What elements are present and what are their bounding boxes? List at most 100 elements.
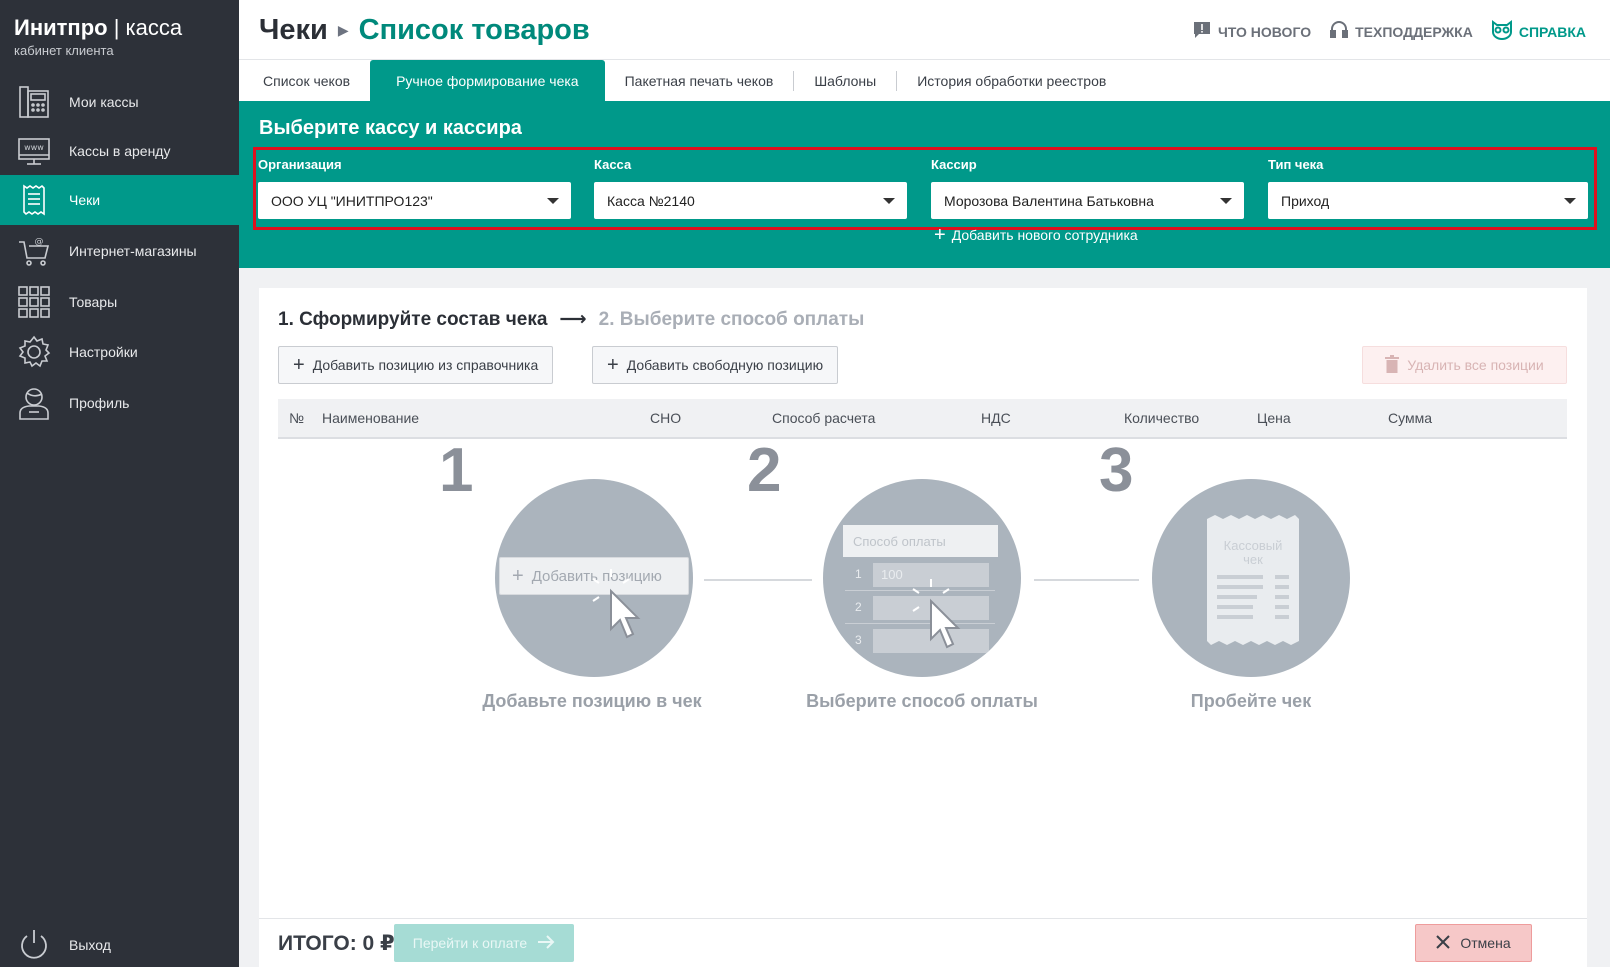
sidebar-item-rent-kassas[interactable]: www Кассы в аренду xyxy=(0,126,239,176)
sidebar-item-checks[interactable]: Чеки xyxy=(0,175,239,225)
chevron-down-icon xyxy=(1564,198,1576,204)
grid-icon xyxy=(16,284,52,320)
illustration-receipt-title: Кассовый чек xyxy=(1205,539,1301,567)
breadcrumb-arrow-icon: ▶ xyxy=(337,22,349,38)
table-header: № Наименование СНО Способ расчета НДС Ко… xyxy=(278,399,1567,439)
step-3-illustration: Кассовый чек xyxy=(1152,479,1350,677)
arrow-right-icon: ⟶ xyxy=(559,309,587,330)
receipt-title-line-1: Кассовый xyxy=(1223,538,1283,553)
receipt-icon xyxy=(1207,515,1299,645)
add-employee-link[interactable]: + Добавить нового сотрудника xyxy=(934,224,1138,246)
sidebar-item-label: Чеки xyxy=(69,192,101,208)
col-name: Наименование xyxy=(322,410,420,426)
add-from-catalog-button[interactable]: + Добавить позицию из справочника xyxy=(278,346,554,384)
check-composition-card: 1. Сформируйте состав чека ⟶ 2. Выберите… xyxy=(259,288,1587,967)
cursor-icon xyxy=(912,579,961,649)
plus-icon: + xyxy=(293,354,305,376)
sidebar-item-online-shops[interactable]: @ Интернет-магазины xyxy=(0,226,239,276)
logout-button[interactable]: Выход xyxy=(0,920,239,967)
help-link[interactable]: СПРАВКА xyxy=(1491,20,1586,43)
logo[interactable]: Инитпро | касса кабинет клиента xyxy=(0,0,239,85)
add-free-position-button[interactable]: + Добавить свободную позицию xyxy=(592,346,839,384)
whats-new-link[interactable]: ЧТО НОВОГО xyxy=(1192,20,1311,43)
illustration-row-3-num: 3 xyxy=(855,633,862,647)
logout-label: Выход xyxy=(69,937,111,953)
delete-all-label: Удалить все позиции xyxy=(1407,357,1544,373)
check-type-value: Приход xyxy=(1281,192,1330,209)
step-indicator: 1. Сформируйте состав чека ⟶ 2. Выберите… xyxy=(278,308,864,331)
header: Чеки ▶ Список товаров ЧТО НОВОГО ТЕХПОДД… xyxy=(239,0,1610,60)
org-select[interactable]: ООО УЦ "ИНИТПРО123" xyxy=(258,182,571,219)
tab-manual-check[interactable]: Ручное формирование чека xyxy=(370,60,605,101)
step-number-1: 1 xyxy=(439,436,474,505)
sidebar-item-profile[interactable]: Профиль xyxy=(0,378,239,428)
sidebar-item-goods[interactable]: Товары xyxy=(0,277,239,327)
delete-all-button[interactable]: Удалить все позиции xyxy=(1362,346,1567,384)
plus-icon: + xyxy=(934,224,946,246)
page-title: Список товаров xyxy=(358,14,590,46)
trash-icon xyxy=(1385,354,1400,376)
tab-registry-history[interactable]: История обработки реестров xyxy=(897,60,1126,101)
cashier-value: Морозова Валентина Батьковна xyxy=(944,192,1154,209)
breadcrumb: Чеки ▶ Список товаров xyxy=(259,14,590,47)
plus-icon: + xyxy=(512,565,524,587)
kassa-select[interactable]: Касса №2140 xyxy=(594,182,907,219)
col-vat: НДС xyxy=(981,410,1011,426)
sidebar-item-label: Настройки xyxy=(69,344,138,360)
go-to-payment-label: Перейти к оплате xyxy=(412,935,528,951)
tab-batch-print[interactable]: Пакетная печать чеков xyxy=(605,60,794,101)
sidebar-item-my-kassas[interactable]: Мои кассы xyxy=(0,77,239,127)
sidebar-item-label: Профиль xyxy=(69,395,130,411)
total-amount: ИТОГО: 0 ₽ xyxy=(278,932,395,955)
col-price: Цена xyxy=(1257,410,1291,426)
gear-icon xyxy=(16,334,52,370)
cashier-label: Кассир xyxy=(931,157,977,172)
web-monitor-icon: www xyxy=(16,133,52,169)
illustration-payment-header: Способ оплаты xyxy=(843,525,998,557)
sidebar-item-settings[interactable]: Настройки xyxy=(0,327,239,377)
illustration-row-1-num: 1 xyxy=(855,567,862,581)
step-number-2: 2 xyxy=(747,436,782,505)
cursor-icon xyxy=(592,569,641,639)
check-type-select[interactable]: Приход xyxy=(1268,182,1588,219)
step-1-label: 1. Сформируйте состав чека xyxy=(278,308,548,330)
close-icon xyxy=(1436,934,1451,952)
sidebar-item-label: Мои кассы xyxy=(69,94,139,110)
step-2-caption: Выберите способ оплаты xyxy=(806,691,1038,711)
kassa-label: Касса xyxy=(594,157,632,172)
logo-product: касса xyxy=(125,15,183,40)
chevron-down-icon xyxy=(547,198,559,204)
cash-register-icon xyxy=(16,84,52,120)
go-to-payment-button[interactable]: Перейти к оплате xyxy=(394,924,574,962)
tab-templates[interactable]: Шаблоны xyxy=(794,60,896,101)
power-icon xyxy=(16,927,52,963)
check-type-label: Тип чека xyxy=(1268,157,1324,172)
add-free-position-label: Добавить свободную позицию xyxy=(626,357,824,373)
step-number-3: 3 xyxy=(1099,436,1134,505)
col-number: № xyxy=(289,410,305,426)
sidebar-item-label: Кассы в аренду xyxy=(69,143,171,159)
owl-icon xyxy=(1491,20,1513,43)
tab-bar: Список чеков Ручное формирование чека Па… xyxy=(239,60,1610,101)
sidebar: Инитпро | касса кабинет клиента Мои касс… xyxy=(0,0,239,967)
col-payment-method: Способ расчета xyxy=(772,410,876,426)
connector-line xyxy=(1034,579,1139,581)
cancel-button[interactable]: Отмена xyxy=(1415,924,1532,962)
support-link[interactable]: ТЕХПОДДЕРЖКА xyxy=(1329,20,1473,43)
footer-bar: ИТОГО: 0 ₽ Перейти к оплате Отмена xyxy=(259,918,1587,967)
arrow-right-icon xyxy=(537,934,555,952)
step-3-caption: Пробейте чек xyxy=(1190,691,1312,711)
tab-checks-list[interactable]: Список чеков xyxy=(243,60,370,101)
receipt-icon xyxy=(16,182,52,218)
org-label: Организация xyxy=(258,157,342,172)
org-value: ООО УЦ "ИНИТПРО123" xyxy=(271,192,433,209)
breadcrumb-root[interactable]: Чеки xyxy=(259,14,328,47)
step-1-caption: Добавьте позицию в чек xyxy=(482,691,702,711)
logo-subtitle: кабинет клиента xyxy=(14,43,114,58)
cashier-select[interactable]: Морозова Валентина Батьковна xyxy=(931,182,1244,219)
user-icon xyxy=(16,385,52,421)
panel-title: Выберите кассу и кассира xyxy=(259,117,522,139)
help-label: СПРАВКА xyxy=(1518,23,1586,40)
add-from-catalog-label: Добавить позицию из справочника xyxy=(312,357,539,373)
step-2-illustration: Способ оплаты 1 100 2 3 xyxy=(823,479,1021,677)
